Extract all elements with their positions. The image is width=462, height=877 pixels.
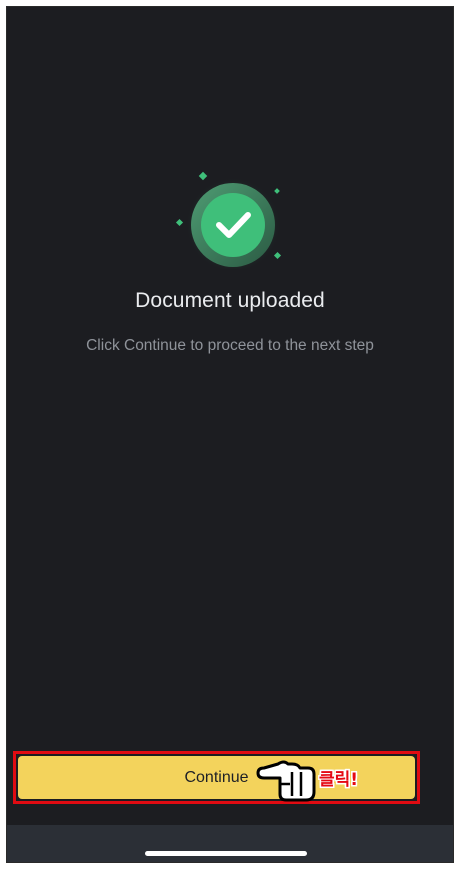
bottom-bar bbox=[7, 825, 453, 862]
sparkle-icon bbox=[273, 251, 282, 260]
phone-screen: Document uploaded Click Continue to proc… bbox=[6, 6, 454, 863]
success-graphic bbox=[171, 169, 291, 269]
home-indicator bbox=[145, 851, 307, 856]
annotation-highlight-box bbox=[13, 751, 420, 804]
pointing-hand-icon bbox=[254, 758, 318, 802]
check-circle-icon bbox=[175, 171, 282, 269]
annotation-callout-text: 클릭! bbox=[319, 770, 359, 790]
sparkle-icon bbox=[274, 188, 280, 194]
sparkle-icon bbox=[198, 171, 208, 181]
sparkle-icon bbox=[175, 218, 184, 227]
page-title: Document uploaded bbox=[135, 289, 325, 312]
page-subtitle: Click Continue to proceed to the next st… bbox=[86, 337, 374, 354]
